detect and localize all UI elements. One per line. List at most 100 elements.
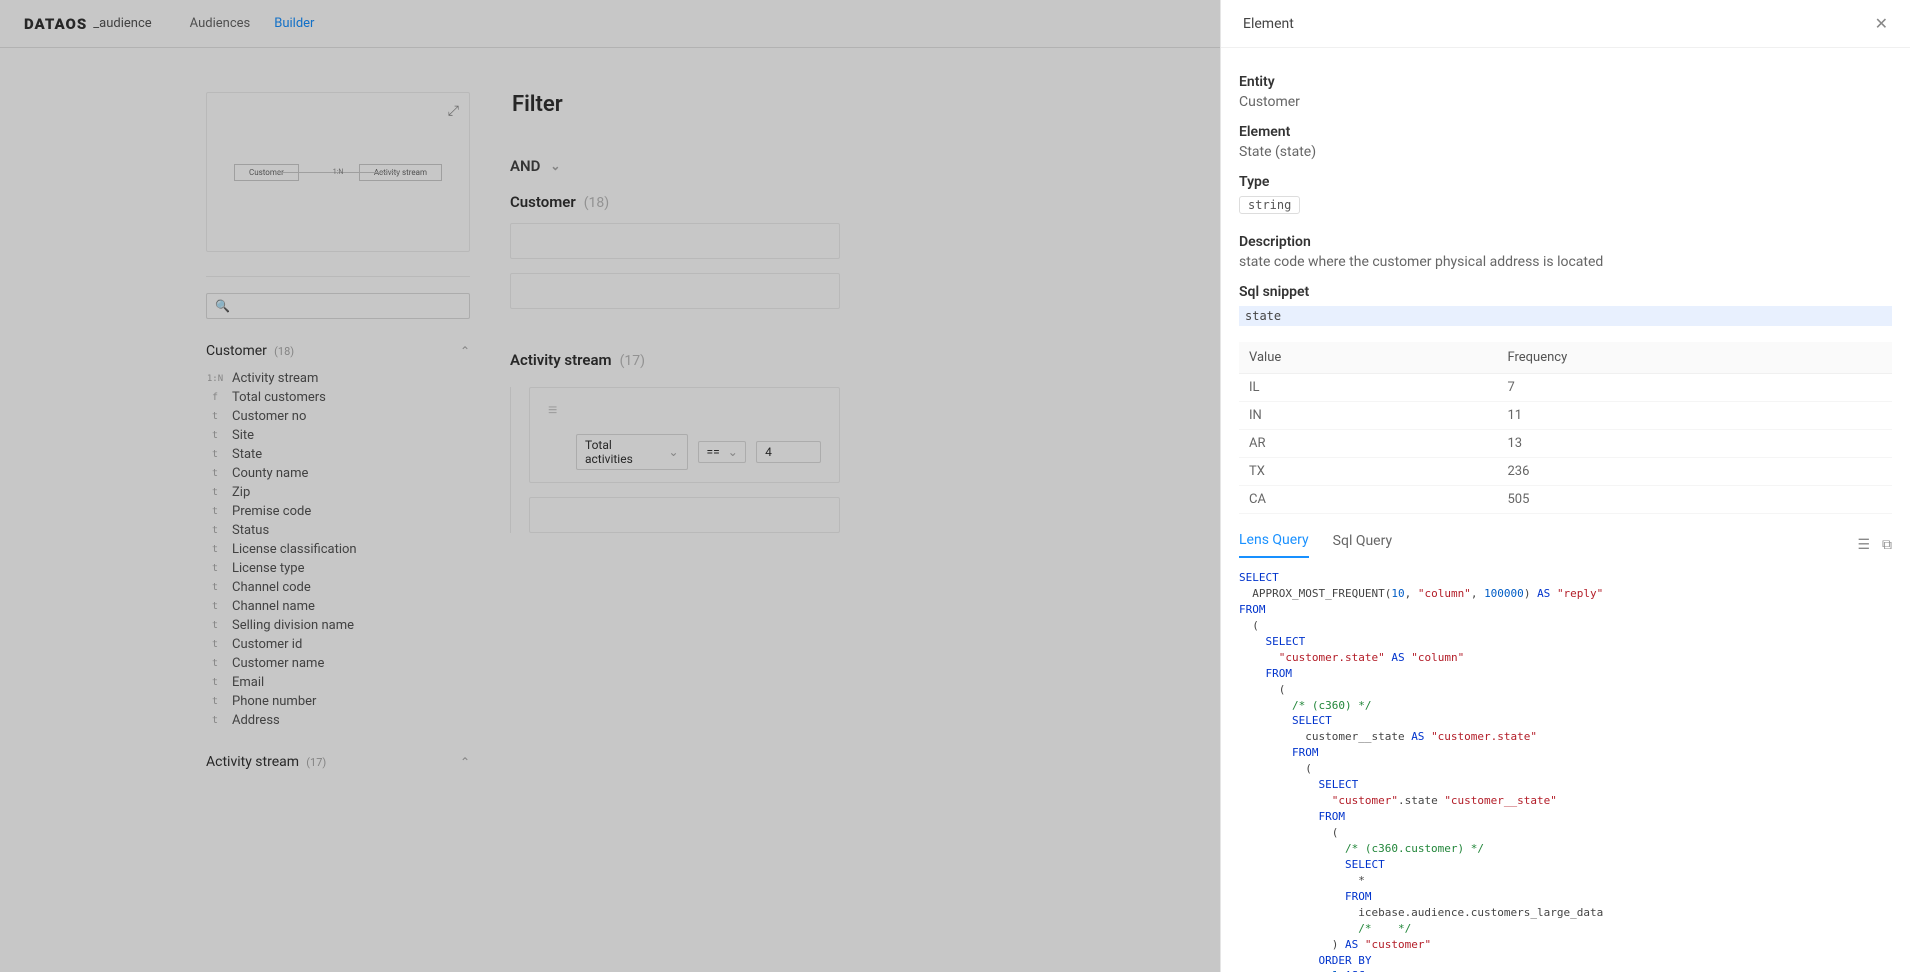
field-item[interactable]: tPhone number [206,692,470,711]
table-row: IL7 [1239,374,1892,402]
field-name: Customer name [232,656,324,671]
search-icon: 🔍 [215,299,230,313]
expand-icon[interactable]: ⤢ [448,103,459,119]
field-item[interactable]: tEmail [206,673,470,692]
close-icon[interactable]: ✕ [1875,14,1888,33]
field-type-icon: t [206,658,224,669]
element-panel: Element ✕ Entity Customer Element State … [1220,0,1910,972]
field-type-icon: t [206,563,224,574]
field-name: Channel name [232,599,315,614]
field-relation-activity[interactable]: 1:N Activity stream [206,369,470,388]
entity-value: Customer [1239,94,1892,110]
field-name: Site [232,428,254,443]
customer-field-list: 1:N Activity stream f Total customers t Cus… [206,369,470,730]
field-item[interactable]: t State [206,445,470,464]
element-label: Element [1239,124,1892,140]
panel-title: Element [1243,16,1294,32]
filter-placeholder[interactable] [510,273,840,309]
field-name: License classification [232,542,357,557]
entity-activity-header[interactable]: Activity stream (17) ⌃ [206,754,470,770]
drag-handle-icon[interactable]: ≡ [548,400,821,420]
chevron-up-icon: ⌃ [460,344,470,358]
filter-value-input[interactable]: 4 [756,441,821,463]
field-name: Address [232,713,280,728]
frequency-table: Value Frequency IL7IN11AR13TX236CA505 [1239,342,1892,514]
field-name: Total customers [232,390,326,405]
field-name: Channel code [232,580,311,595]
search-input[interactable]: 🔍 [206,293,470,319]
field-type-icon: t [206,715,224,726]
field-name: License type [232,561,304,576]
field-item[interactable]: t Selling division name [206,616,470,635]
table-row: TX236 [1239,458,1892,486]
field-type-icon: t [206,620,224,631]
freq-col-value: Value [1239,342,1497,374]
field-type-icon: t [206,449,224,460]
copy-icon[interactable]: ⧉ [1882,537,1892,553]
chevron-down-icon: ⌄ [550,159,560,173]
field-item[interactable]: f Total customers [206,388,470,407]
table-row: IN11 [1239,402,1892,430]
field-item[interactable]: t Address [206,711,470,730]
field-item[interactable]: t Zip [206,483,470,502]
filter-field-select[interactable]: Total activities⌄ [576,434,688,470]
description-label: Description [1239,234,1892,250]
sidebar: ⤢ Customer 1:N Activity stream 🔍 Custome… [0,48,470,972]
field-type-icon: t [206,468,224,479]
chevron-up-icon: ⌃ [460,755,470,769]
tab-sql-query[interactable]: Sql Query [1333,533,1392,557]
type-label: Type [1239,174,1892,190]
type-badge: string [1239,196,1300,214]
brand-sub: _audience [93,16,151,31]
field-name: Zip [232,485,250,500]
field-name: Status [232,523,269,538]
entity-customer-header[interactable]: Customer (18) ⌃ [206,343,470,359]
field-item[interactable]: t Site [206,426,470,445]
field-type-icon: t [206,411,224,422]
filter-placeholder[interactable] [529,497,840,533]
field-name: Customer id [232,637,302,652]
field-item[interactable]: t License type [206,559,470,578]
field-type-icon: t [206,544,224,555]
field-item[interactable]: tCounty name [206,464,470,483]
field-type-icon: t [206,506,224,517]
sql-code-block: SELECT APPROX_MOST_FREQUENT(10, "column"… [1239,570,1892,972]
field-item[interactable]: t Status [206,521,470,540]
filter-condition-block: ≡ Total activities⌄ ==⌄ 4 [529,387,840,483]
field-name: Premise code [232,504,311,519]
field-type-icon: t [206,430,224,441]
field-type-icon: t [206,525,224,536]
freq-col-frequency: Frequency [1497,342,1892,374]
field-item[interactable]: t Customer name [206,654,470,673]
field-item[interactable]: t Customer id [206,635,470,654]
field-item[interactable]: tChannel code [206,578,470,597]
brand: DATAOS _audience [24,15,152,33]
filter-placeholder[interactable] [510,223,840,259]
brand-logo: DATAOS [24,15,87,33]
nav-audiences[interactable]: Audiences [190,16,251,31]
field-item[interactable]: t Channel name [206,597,470,616]
table-row: AR13 [1239,430,1892,458]
list-icon[interactable]: ☰ [1857,537,1870,553]
field-type-icon: t [206,696,224,707]
field-item[interactable]: t Customer no [206,407,470,426]
field-item[interactable]: t Premise code [206,502,470,521]
field-type-icon: t [206,639,224,650]
field-type-icon: t [206,487,224,498]
field-name: Selling division name [232,618,354,633]
field-item[interactable]: t License classification [206,540,470,559]
field-name: State [232,447,262,462]
field-type-icon: t [206,601,224,612]
nav-builder[interactable]: Builder [274,16,314,31]
relationship-diagram: ⤢ Customer 1:N Activity stream [206,92,470,252]
filter-op-select[interactable]: ==⌄ [698,441,747,463]
table-row: CA505 [1239,486,1892,514]
tab-lens-query[interactable]: Lens Query [1239,532,1309,558]
entity-label: Entity [1239,74,1892,90]
snippet-value: state [1239,306,1892,326]
diagram-relation: 1:N [333,168,344,176]
description-value: state code where the customer physical a… [1239,254,1892,270]
field-type-icon: f [206,392,224,403]
field-name: Customer no [232,409,306,424]
field-name: Email [232,675,264,690]
